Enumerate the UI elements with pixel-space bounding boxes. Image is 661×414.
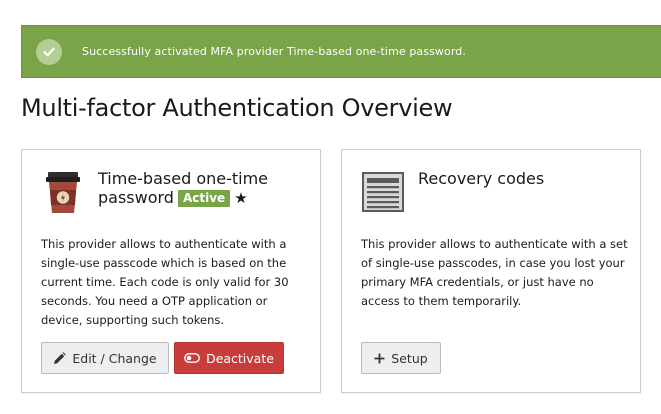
toggle-icon [184, 353, 200, 363]
provider-card-header: Time-based one-time password Active ★ [22, 150, 320, 218]
provider-description: This provider allows to authenticate wit… [41, 237, 289, 327]
coffee-cup-icon [42, 170, 84, 214]
star-icon: ★ [234, 189, 248, 207]
provider-title-line2: password [98, 188, 174, 207]
edit-change-button[interactable]: Edit / Change [41, 342, 169, 374]
plus-icon [374, 353, 385, 364]
setup-button[interactable]: Setup [361, 342, 441, 374]
check-circle-icon [36, 38, 62, 65]
edit-change-label: Edit / Change [72, 350, 157, 366]
deactivate-label: Deactivate [206, 350, 274, 366]
provider-title-line1: Recovery codes [418, 169, 545, 188]
mfa-overview-page: Successfully activated MFA provider Time… [0, 0, 661, 414]
provider-card-totp: Time-based one-time password Active ★ This… [21, 149, 321, 393]
provider-title: Time-based one-time password Active ★ [98, 169, 268, 208]
provider-card-header: Recovery codes [342, 150, 640, 218]
deactivate-button[interactable]: Deactivate [174, 342, 284, 374]
flash-text: Successfully activated MFA provider Time… [82, 45, 466, 58]
recovery-codes-icon [362, 170, 404, 214]
success-flash-message: Successfully activated MFA provider Time… [21, 25, 661, 78]
setup-label: Setup [391, 350, 428, 366]
provider-description: This provider allows to authenticate wit… [361, 237, 628, 308]
provider-title: Recovery codes [418, 169, 544, 188]
provider-title-line1: Time-based one-time [98, 169, 269, 188]
provider-actions: Edit / Change Deactivate [41, 342, 284, 374]
provider-actions: Setup [361, 342, 441, 374]
status-badge-active: Active [177, 190, 231, 207]
provider-card-recovery-codes: Recovery codes This provider allows to a… [341, 149, 641, 393]
pencil-icon [53, 351, 67, 365]
page-title: Multi-factor Authentication Overview [21, 94, 453, 122]
